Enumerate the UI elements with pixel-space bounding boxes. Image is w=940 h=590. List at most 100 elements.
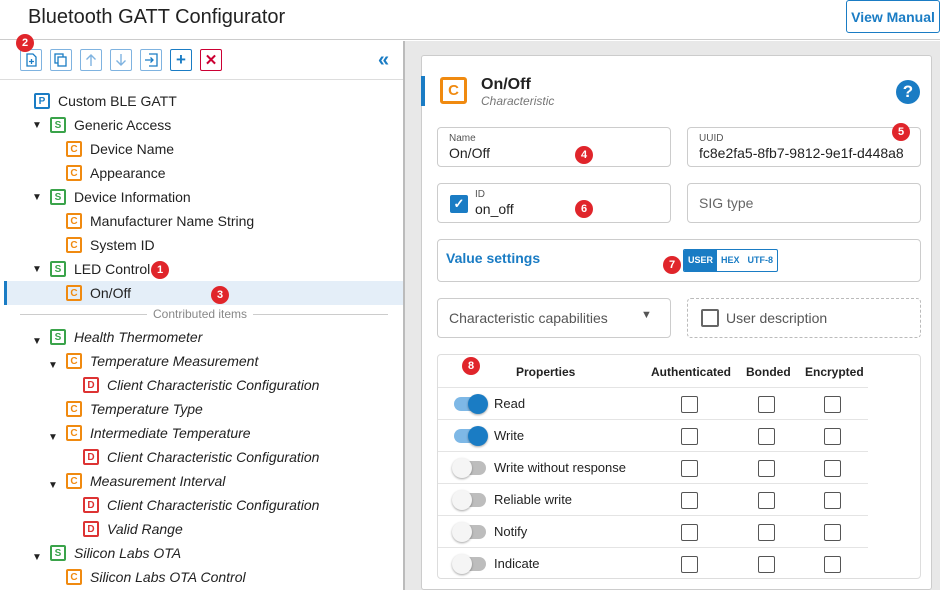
property-toggle[interactable] <box>452 490 486 510</box>
property-toggle[interactable] <box>454 394 488 414</box>
copy-icon[interactable] <box>50 49 72 71</box>
user-description-checkbox[interactable] <box>701 309 719 327</box>
expand-arrow-icon[interactable]: ▼ <box>48 432 58 443</box>
expand-arrow-icon[interactable]: ▼ <box>48 360 58 371</box>
tree-item-label: Valid Range <box>107 521 183 537</box>
expand-arrow-icon[interactable]: ▼ <box>32 264 42 275</box>
view-manual-button[interactable]: View Manual <box>846 0 940 33</box>
annotation-marker: 8 <box>462 357 480 375</box>
tree-item-label: Client Characteristic Configuration <box>107 449 320 465</box>
expand-arrow-icon[interactable]: ▼ <box>48 480 58 491</box>
tree-item-custom-ble-gatt[interactable]: P Custom BLE GATT <box>34 89 177 113</box>
authenticated-checkbox[interactable] <box>681 428 698 445</box>
service-icon: S <box>50 329 66 345</box>
selection-indicator <box>4 281 7 305</box>
name-field[interactable]: Name On/Off <box>437 127 671 167</box>
tree-item-on-off[interactable]: C On/Off <box>4 281 403 305</box>
tree-item-cccd[interactable]: D Client Characteristic Configuration <box>83 445 319 469</box>
capabilities-select[interactable]: Characteristic capabilities ▼ <box>437 298 671 338</box>
tree-item-manufacturer-name[interactable]: C Manufacturer Name String <box>66 209 254 233</box>
encrypted-checkbox[interactable] <box>824 396 841 413</box>
tree-item-label: Appearance <box>90 165 166 181</box>
tree-item-cccd[interactable]: D Client Characteristic Configuration <box>83 373 319 397</box>
id-checkbox[interactable]: ✓ <box>450 195 468 213</box>
characteristic-icon: C <box>66 213 82 229</box>
tree-item-label: Manufacturer Name String <box>90 213 255 229</box>
tree-item-valid-range[interactable]: D Valid Range <box>83 517 183 541</box>
characteristic-icon: C <box>66 165 82 181</box>
mode-user-button[interactable]: USER <box>684 250 718 271</box>
service-icon: S <box>50 261 66 277</box>
expand-arrow-icon[interactable]: ▼ <box>32 336 42 347</box>
bonded-checkbox[interactable] <box>758 460 775 477</box>
add-icon[interactable]: + <box>170 49 192 71</box>
tree-item-label: Silicon Labs OTA <box>74 545 182 561</box>
add-item-icon[interactable] <box>20 49 42 71</box>
property-row: Notify <box>438 515 868 547</box>
tree-item-appearance[interactable]: C Appearance <box>66 161 166 185</box>
annotation-marker: 5 <box>892 123 910 141</box>
tree-item-device-name[interactable]: C Device Name <box>66 137 174 161</box>
expand-arrow-icon[interactable]: ▼ <box>32 192 42 203</box>
uuid-field[interactable]: UUID fc8e2fa5-8fb7-9812-9e1f-d448a8 <box>687 127 921 167</box>
tree-item-led-control[interactable]: S LED Control <box>50 257 150 281</box>
authenticated-checkbox[interactable] <box>681 396 698 413</box>
tree-item-silicon-labs-ota-control[interactable]: C Silicon Labs OTA Control <box>66 565 246 589</box>
tree-item-temperature-measurement[interactable]: C Temperature Measurement <box>66 349 258 373</box>
authenticated-checkbox[interactable] <box>681 460 698 477</box>
encrypted-checkbox[interactable] <box>824 460 841 477</box>
annotation-marker: 3 <box>211 286 229 304</box>
property-toggle[interactable] <box>452 522 486 542</box>
help-icon[interactable]: ? <box>896 80 920 104</box>
authenticated-checkbox[interactable] <box>681 556 698 573</box>
header-properties: Properties <box>516 365 576 379</box>
move-down-icon[interactable] <box>110 49 132 71</box>
expand-arrow-icon[interactable]: ▼ <box>32 120 42 131</box>
property-toggle[interactable] <box>452 458 486 478</box>
tree-item-measurement-interval[interactable]: C Measurement Interval <box>66 469 225 493</box>
property-toggle[interactable] <box>454 426 488 446</box>
tree-item-health-thermometer[interactable]: S Health Thermometer <box>50 325 202 349</box>
expand-arrow-icon[interactable]: ▼ <box>32 552 42 563</box>
tree-item-label: System ID <box>90 237 155 253</box>
annotation-marker: 1 <box>151 261 169 279</box>
delete-icon[interactable]: ✕ <box>200 49 222 71</box>
tree-item-label: Silicon Labs OTA Control <box>90 569 246 585</box>
encrypted-checkbox[interactable] <box>824 492 841 509</box>
encrypted-checkbox[interactable] <box>824 556 841 573</box>
authenticated-checkbox[interactable] <box>681 492 698 509</box>
bonded-checkbox[interactable] <box>758 428 775 445</box>
double-chevron-left-icon[interactable]: « <box>378 49 389 72</box>
annotation-marker: 2 <box>16 34 34 52</box>
bonded-checkbox[interactable] <box>758 556 775 573</box>
tree-item-system-id[interactable]: C System ID <box>66 233 155 257</box>
import-icon[interactable] <box>140 49 162 71</box>
move-up-icon[interactable] <box>80 49 102 71</box>
sig-type-field[interactable]: SIG type <box>687 183 921 223</box>
tree-item-label: Intermediate Temperature <box>90 425 251 441</box>
bonded-checkbox[interactable] <box>758 492 775 509</box>
tree-item-silicon-labs-ota[interactable]: S Silicon Labs OTA <box>50 541 181 565</box>
id-field[interactable]: ✓ ID on_off <box>437 183 671 223</box>
encrypted-checkbox[interactable] <box>824 524 841 541</box>
value-settings-title[interactable]: Value settings <box>446 250 540 266</box>
panel-splitter[interactable] <box>405 41 413 590</box>
tree-item-temperature-type[interactable]: C Temperature Type <box>66 397 203 421</box>
mode-utf8-button[interactable]: UTF-8 <box>744 250 777 271</box>
encrypted-checkbox[interactable] <box>824 428 841 445</box>
property-row: Write <box>438 419 868 451</box>
property-toggle[interactable] <box>452 554 486 574</box>
user-description-field[interactable]: User description <box>687 298 921 338</box>
property-row: Reliable write <box>438 483 868 515</box>
bonded-checkbox[interactable] <box>758 396 775 413</box>
tree-item-label: On/Off <box>90 285 131 301</box>
tree-item-label: Device Name <box>90 141 175 157</box>
tree-item-intermediate-temperature[interactable]: C Intermediate Temperature <box>66 421 251 445</box>
tree-item-device-information[interactable]: S Device Information <box>50 185 191 209</box>
mode-hex-button[interactable]: HEX <box>717 250 744 271</box>
tree-item-cccd[interactable]: D Client Characteristic Configuration <box>83 493 319 517</box>
bonded-checkbox[interactable] <box>758 524 775 541</box>
tree-item-label: LED Control <box>74 261 151 277</box>
authenticated-checkbox[interactable] <box>681 524 698 541</box>
tree-item-generic-access[interactable]: S Generic Access <box>50 113 171 137</box>
